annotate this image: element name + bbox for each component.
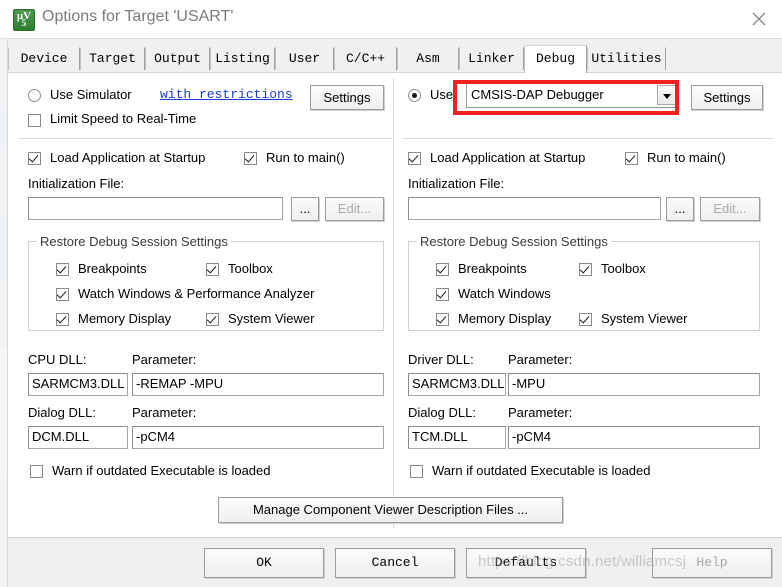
use-debugger-radio[interactable] [408, 89, 421, 102]
sim-dialog-dll-input[interactable]: DCM.DLL [28, 426, 128, 449]
debugger-select[interactable]: CMSIS-DAP Debugger [466, 83, 679, 108]
sim-edit-button[interactable]: Edit... [325, 197, 384, 221]
tab-debug[interactable]: Debug [524, 45, 587, 73]
dbg-restore-session-title: Restore Debug Session Settings [417, 234, 611, 249]
options-dialog: µV 5 Options for Target 'USART' Device Ta… [0, 0, 782, 587]
panel-divider [393, 78, 394, 528]
cpu-parameter-input[interactable]: -REMAP -MPU [132, 373, 384, 396]
sim-restore-memory-label: Memory Display [78, 311, 172, 326]
dialog-footer: OK Cancel Defaults Help [8, 537, 782, 587]
debugger-select-value: CMSIS-DAP Debugger [471, 87, 604, 102]
manage-component-viewer-button[interactable]: Manage Component Viewer Description File… [218, 497, 563, 523]
limit-speed-checkbox[interactable] [28, 114, 41, 127]
tab-user[interactable]: User [275, 47, 334, 70]
tab-output[interactable]: Output [145, 47, 210, 70]
dbg-restore-breakpoints-label: Breakpoints [458, 261, 527, 276]
sim-restore-watch-checkbox[interactable] [56, 288, 69, 301]
sim-load-application-label: Load Application at Startup [50, 150, 206, 165]
tab-asm[interactable]: Asm [397, 47, 459, 70]
debugger-settings-button[interactable]: Settings [691, 85, 763, 110]
debug-tab-panel: Use Simulator with restrictions Settings… [8, 72, 782, 537]
sim-dialog-parameter-label: Parameter: [132, 405, 197, 420]
sim-restore-session-title: Restore Debug Session Settings [37, 234, 231, 249]
tab-listing[interactable]: Listing [210, 47, 275, 70]
sim-dialog-dll-label: Dialog DLL: [28, 405, 96, 420]
tab-strip: Device Target Output Listing User C/C++ … [8, 45, 782, 73]
dbg-browse-button[interactable]: ... [666, 197, 694, 221]
cancel-button[interactable]: Cancel [335, 548, 455, 578]
sim-restore-toolbox-label: Toolbox [228, 261, 273, 276]
dbg-dialog-parameter-input[interactable]: -pCM4 [508, 426, 760, 449]
right-section-divider [402, 138, 774, 139]
sim-restore-sysviewer-checkbox[interactable] [206, 313, 219, 326]
driver-parameter-label: Parameter: [508, 352, 573, 367]
defaults-button[interactable]: Defaults [466, 548, 586, 578]
dbg-restore-sysviewer-checkbox[interactable] [579, 313, 592, 326]
sim-dialog-parameter-input[interactable]: -pCM4 [132, 426, 384, 449]
dbg-dialog-parameter-label: Parameter: [508, 405, 573, 420]
dbg-warn-outdated-label: Warn if outdated Executable is loaded [432, 463, 651, 478]
sim-restore-watch-label: Watch Windows & Performance Analyzer [78, 286, 315, 301]
simulator-settings-button[interactable]: Settings [310, 85, 384, 110]
sim-restore-sysviewer-label: System Viewer [228, 311, 315, 326]
dbg-restore-memory-label: Memory Display [458, 311, 552, 326]
tab-cpp[interactable]: C/C++ [334, 47, 397, 70]
sim-warn-outdated-label: Warn if outdated Executable is loaded [52, 463, 271, 478]
dbg-dialog-dll-input[interactable]: TCM.DLL [408, 426, 506, 449]
help-button[interactable]: Help [652, 548, 772, 578]
dbg-init-file-label: Initialization File: [408, 176, 505, 191]
sim-load-application-checkbox[interactable] [28, 152, 41, 165]
cpu-dll-input[interactable]: SARMCM3.DLL [28, 373, 128, 396]
dbg-restore-watch-checkbox[interactable] [436, 288, 449, 301]
dbg-run-to-main-checkbox[interactable] [625, 152, 638, 165]
sim-restore-breakpoints-label: Breakpoints [78, 261, 147, 276]
dbg-dialog-dll-label: Dialog DLL: [408, 405, 476, 420]
cpu-dll-label: CPU DLL: [28, 352, 87, 367]
title-bar: µV 5 Options for Target 'USART' [0, 0, 782, 39]
dbg-restore-watch-label: Watch Windows [458, 286, 551, 301]
dbg-restore-breakpoints-checkbox[interactable] [436, 263, 449, 276]
with-restrictions-link[interactable]: with restrictions [160, 87, 293, 102]
ok-button[interactable]: OK [204, 548, 324, 578]
dbg-restore-toolbox-label: Toolbox [601, 261, 646, 276]
tab-utilities[interactable]: Utilities [587, 47, 666, 70]
dbg-restore-memory-checkbox[interactable] [436, 313, 449, 326]
sim-init-file-label: Initialization File: [28, 176, 125, 191]
window-title: Options for Target 'USART' [42, 8, 234, 25]
driver-parameter-input[interactable]: -MPU [508, 373, 760, 396]
dbg-run-to-main-label: Run to main() [647, 150, 726, 165]
dbg-restore-toolbox-checkbox[interactable] [579, 263, 592, 276]
dbg-init-file-input[interactable] [408, 197, 661, 220]
cpu-parameter-label: Parameter: [132, 352, 197, 367]
uvision-logo-icon: µV 5 [13, 9, 35, 31]
driver-dll-input[interactable]: SARMCM3.DLL [408, 373, 506, 396]
sim-warn-outdated-checkbox[interactable] [30, 465, 43, 478]
sim-run-to-main-label: Run to main() [266, 150, 345, 165]
dbg-edit-button[interactable]: Edit... [700, 197, 760, 221]
use-simulator-label: Use Simulator [50, 87, 132, 102]
dbg-load-application-label: Load Application at Startup [430, 150, 586, 165]
sim-restore-memory-checkbox[interactable] [56, 313, 69, 326]
use-simulator-radio[interactable] [28, 89, 41, 102]
chevron-down-icon[interactable] [657, 85, 677, 105]
sim-restore-toolbox-checkbox[interactable] [206, 263, 219, 276]
use-debugger-label: Use: [430, 87, 457, 102]
sim-browse-button[interactable]: ... [291, 197, 319, 221]
tab-target[interactable]: Target [80, 47, 145, 70]
sim-restore-breakpoints-checkbox[interactable] [56, 263, 69, 276]
limit-speed-label: Limit Speed to Real-Time [50, 111, 197, 126]
dbg-load-application-checkbox[interactable] [408, 152, 421, 165]
sim-run-to-main-checkbox[interactable] [244, 152, 257, 165]
driver-dll-label: Driver DLL: [408, 352, 474, 367]
tab-linker[interactable]: Linker [459, 47, 524, 70]
dbg-warn-outdated-checkbox[interactable] [410, 465, 423, 478]
tab-device[interactable]: Device [8, 47, 80, 70]
dbg-restore-sysviewer-label: System Viewer [601, 311, 688, 326]
close-icon[interactable] [736, 0, 782, 37]
sim-init-file-input[interactable] [28, 197, 283, 220]
left-section-divider [18, 138, 392, 139]
